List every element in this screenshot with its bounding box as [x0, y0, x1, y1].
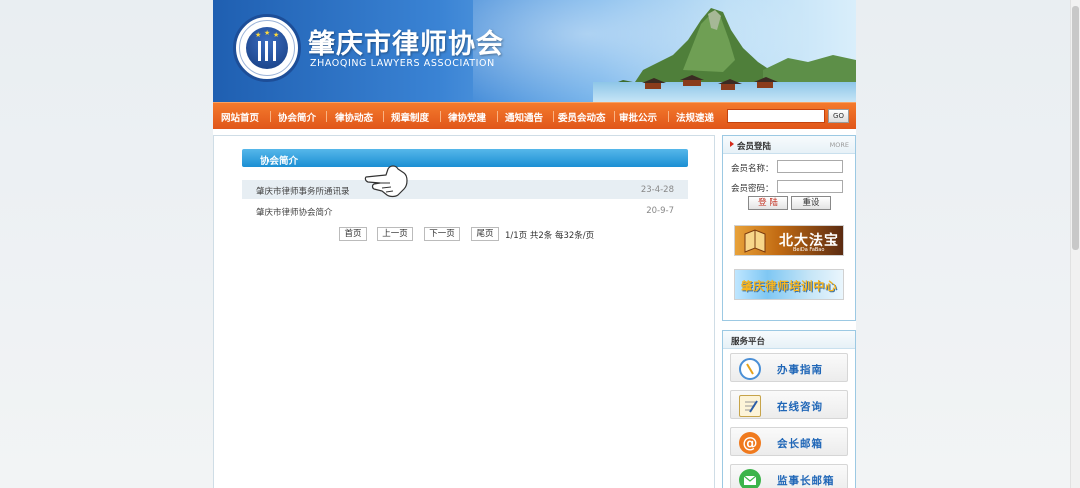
- nav-item-notices[interactable]: 通知通告: [505, 110, 543, 124]
- pager-next-button[interactable]: 下一页: [424, 227, 460, 241]
- pager-prev-button[interactable]: 上一页: [377, 227, 413, 241]
- nav-item-approval[interactable]: 审批公示: [619, 110, 657, 124]
- service-label: 在线咨询: [777, 401, 823, 413]
- nav-divider: [497, 111, 498, 122]
- nav-item-news[interactable]: 律协动态: [335, 110, 373, 124]
- member-login-panel: 会员登陆 MORE 会员名称： 会员密码： 登 陆 重设 北大法宝 BeiDa …: [722, 135, 856, 321]
- vertical-scrollbar[interactable]: [1070, 0, 1080, 488]
- page-container: ★ ★ ★ 肇庆市律师协会 ZHAOQING LAWYERS ASSOCIATI…: [213, 0, 856, 488]
- nav-item-about[interactable]: 协会简介: [278, 110, 316, 124]
- president-mailbox-button[interactable]: @ 会长邮箱: [730, 427, 848, 456]
- service-panel-header: 服务平台: [723, 331, 855, 349]
- list-item-date: 23-4-28: [640, 185, 674, 195]
- nav-divider: [383, 111, 384, 122]
- nav-divider: [668, 111, 669, 122]
- section-title: 协会简介: [260, 156, 299, 167]
- logo-emblem: ★ ★ ★: [246, 27, 288, 69]
- username-field[interactable]: [777, 160, 843, 173]
- pavilion-icon: [718, 79, 742, 90]
- ad-subtitle: BeiDa FaBao: [793, 247, 825, 253]
- nav-divider: [326, 111, 327, 122]
- pillars-icon: [258, 41, 276, 61]
- service-guide-button[interactable]: 办事指南: [730, 353, 848, 382]
- envelope-icon: [739, 469, 761, 488]
- nav-item-committee[interactable]: 委员会动态: [558, 110, 606, 124]
- beida-fabao-banner[interactable]: 北大法宝 BeiDa FaBao: [734, 225, 844, 256]
- nav-divider: [440, 111, 441, 122]
- site-banner: ★ ★ ★ 肇庆市律师协会 ZHAOQING LAWYERS ASSOCIATI…: [213, 0, 856, 102]
- search-input[interactable]: [727, 109, 825, 123]
- list-item[interactable]: 肇庆市律师事务所通讯录 23-4-28: [242, 180, 688, 199]
- list-item-date: 20-9-7: [646, 206, 674, 216]
- pager-last-button[interactable]: 尾页: [471, 227, 499, 241]
- list-item-title[interactable]: 肇庆市律师协会简介: [256, 206, 333, 218]
- star-icon: ★: [255, 31, 262, 39]
- star-icon: ★: [264, 29, 271, 37]
- main-content: 协会简介 肇庆市律师事务所通讯录 23-4-28 肇庆市律师协会简介 20-9-…: [213, 135, 715, 488]
- service-label: 监事长邮箱: [777, 475, 835, 487]
- service-label: 办事指南: [777, 364, 823, 376]
- section-header: 协会简介: [242, 149, 688, 167]
- search-go-button[interactable]: GO: [828, 109, 849, 123]
- service-platform-panel: 服务平台 办事指南 在线咨询 @ 会长邮箱 监事长邮箱: [722, 330, 856, 488]
- password-label: 会员密码：: [731, 184, 774, 194]
- compass-icon: [739, 358, 761, 380]
- username-label: 会员名称：: [731, 164, 774, 174]
- list-item[interactable]: 肇庆市律师协会简介 20-9-7: [242, 201, 688, 220]
- pointing-hand-icon: [364, 165, 408, 198]
- pager-info: 1/1页 共2条 每32条/页: [505, 231, 595, 241]
- pavilion-icon: [642, 78, 666, 89]
- login-panel-header: 会员登陆 MORE: [723, 136, 855, 154]
- list-item-title[interactable]: 肇庆市律师事务所通讯录: [256, 185, 350, 197]
- training-center-banner[interactable]: 肇庆律师培训中心: [734, 269, 844, 300]
- at-mail-icon: @: [739, 432, 761, 454]
- service-label: 会长邮箱: [777, 438, 823, 450]
- star-icon: ★: [273, 31, 280, 39]
- pavilion-icon: [754, 77, 778, 88]
- nav-item-party[interactable]: 律协党建: [448, 110, 486, 124]
- nav-item-laws[interactable]: 法规速递: [676, 110, 714, 124]
- arrow-marker-icon: [730, 141, 734, 147]
- ad-title: 肇庆律师培训中心: [741, 279, 837, 293]
- scrollbar-thumb[interactable]: [1072, 6, 1079, 250]
- main-nav: 网站首页 协会简介 律协动态 规章制度 律协党建 通知通告 委员会动态 审批公示…: [213, 102, 856, 129]
- online-consult-button[interactable]: 在线咨询: [730, 390, 848, 419]
- book-icon: [744, 229, 766, 253]
- service-panel-title: 服务平台: [731, 337, 766, 347]
- nav-divider: [553, 111, 554, 122]
- login-button[interactable]: 登 陆: [748, 196, 788, 210]
- site-title: 肇庆市律师协会: [308, 29, 504, 60]
- password-field[interactable]: [777, 180, 843, 193]
- document-pen-icon: [739, 395, 761, 417]
- nav-divider: [614, 111, 615, 122]
- pavilion-icon: [680, 75, 704, 86]
- reset-button[interactable]: 重设: [791, 196, 831, 210]
- login-panel-title: 会员登陆: [737, 142, 772, 152]
- association-logo[interactable]: ★ ★ ★: [233, 14, 301, 82]
- nav-divider: [270, 111, 271, 122]
- pager-first-button[interactable]: 首页: [339, 227, 367, 241]
- supervisor-mailbox-button[interactable]: 监事长邮箱: [730, 464, 848, 488]
- nav-item-rules[interactable]: 规章制度: [391, 110, 429, 124]
- nav-item-home[interactable]: 网站首页: [221, 110, 259, 124]
- more-link[interactable]: MORE: [830, 141, 849, 149]
- site-subtitle: ZHAOQING LAWYERS ASSOCIATION: [310, 58, 495, 69]
